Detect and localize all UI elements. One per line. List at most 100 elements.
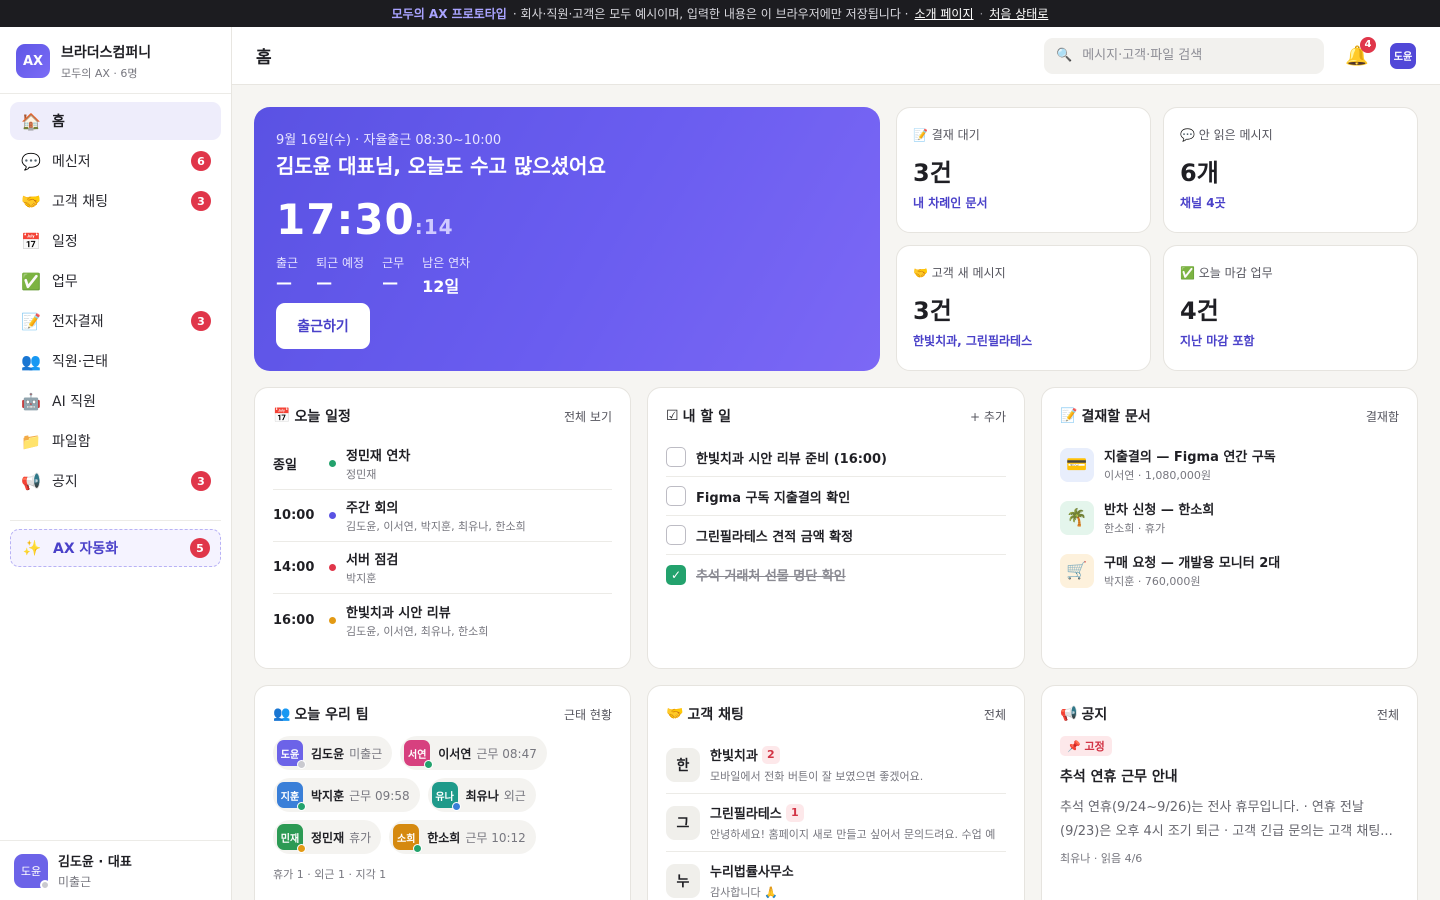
- chat-item[interactable]: 누 누리법률사무소 감사합니다 🙏: [666, 852, 1006, 900]
- reset-state-link[interactable]: 처음 상태로: [989, 5, 1048, 22]
- schedule-time: 14:00: [273, 560, 315, 575]
- sidebar-item-label: AX 자동화: [53, 541, 119, 557]
- sidebar-item-tasks[interactable]: ✅ 업무: [10, 262, 221, 300]
- approval-item[interactable]: 💳 지출결의 — Figma 연간 구독 이서연 · 1,080,000원: [1060, 438, 1399, 491]
- shopping-cart-icon: 🛒: [1060, 553, 1094, 588]
- stat-card-pending-approvals[interactable]: 📝 결재 대기 3건 내 차례인 문서: [896, 107, 1151, 233]
- approval-text: 반차 신청 — 한소희 한소희 · 휴가: [1104, 499, 1214, 536]
- workspace-logo: AX: [16, 44, 50, 78]
- schedule-row[interactable]: 16:00 한빛치과 시안 리뷰 김도윤, 이서연, 최유나, 한소희: [273, 594, 612, 646]
- pinned-badge: 📌 고정: [1060, 736, 1112, 756]
- sidebar-item-label: AI 직원: [52, 394, 96, 410]
- schedule-row[interactable]: 14:00 서버 점검 박지훈: [273, 542, 612, 594]
- stat-card-customer-messages[interactable]: 🤝 고객 새 메시지 3건 한빛치과, 그린필라테스: [896, 245, 1151, 371]
- todo-checkbox[interactable]: ✓: [666, 564, 686, 585]
- chat-text: 누리법률사무소 감사합니다 🙏: [710, 861, 1010, 900]
- add-todo-button[interactable]: + 추가: [970, 408, 1006, 425]
- schedule-row[interactable]: 10:00 주간 회의 김도윤, 이서연, 박지훈, 최유나, 한소희: [273, 490, 612, 542]
- handshake-icon: 🤝: [666, 706, 684, 722]
- todo-text: Figma 구독 지출결의 확인: [696, 490, 851, 506]
- sidebar-item-schedule[interactable]: 📅 일정: [10, 222, 221, 260]
- notifications-button[interactable]: 🔔 4: [1344, 36, 1376, 69]
- profile-avatar-button[interactable]: 도윤: [1390, 42, 1416, 69]
- approval-inbox-link[interactable]: 결재함: [1366, 408, 1399, 425]
- team-member-chip[interactable]: 서연 이서연 근무 08:47: [400, 736, 547, 770]
- member-name: 정민재: [311, 830, 345, 845]
- notice-headline[interactable]: 추석 연휴 근무 안내: [1060, 766, 1399, 786]
- attendance-status-link[interactable]: 근태 현황: [564, 706, 612, 723]
- workspace-header[interactable]: AX 브라더스컴퍼니 모두의 AX · 6명: [0, 27, 231, 94]
- stat-card-due-tasks[interactable]: ✅ 오늘 마감 업무 4건 지난 마감 포함: [1163, 245, 1418, 371]
- sidebar-item-customer-chat[interactable]: 🤝 고객 채팅 3: [10, 182, 221, 220]
- chat-item[interactable]: 한 한빛치과 2 모바일에서 전화 버튼이 잘 보였으면 좋겠어요.: [666, 736, 1006, 794]
- handshake-icon: 🤝: [21, 191, 41, 211]
- chat-header: 한빛치과 2: [710, 745, 1010, 764]
- sidebar-nav: 🏠 홈 💬 메신저 6 🤝 고객 채팅 3 📅 일정 ✅ 업무 📝 전자결재 3 👥 직원·근태 🤖 AI 직원 📁 파…: [0, 94, 231, 510]
- avatar: 지훈: [277, 782, 306, 811]
- todo-checkbox[interactable]: [666, 525, 686, 545]
- schedule-time: 10:00: [273, 508, 315, 523]
- search-box[interactable]: 🔍: [1044, 37, 1324, 74]
- avatar-initials: 유나: [435, 791, 454, 803]
- todo-item[interactable]: 그린필라테스 견적 금액 확정: [666, 516, 1006, 555]
- todo-item[interactable]: Figma 구독 지출결의 확인: [666, 477, 1006, 516]
- sidebar-item-label: 전자결재: [52, 314, 104, 330]
- todo-item[interactable]: ✓ 추석 거래처 선물 명단 확인: [666, 555, 1006, 594]
- search-icon: 🔍: [1056, 48, 1073, 63]
- current-user[interactable]: 도윤 김도윤 · 대표 미출근: [0, 840, 231, 900]
- sidebar-item-notices[interactable]: 📢 공지 3: [10, 462, 221, 500]
- last-message: 감사합니다 🙏: [710, 886, 778, 899]
- robot-icon: 🤖: [21, 391, 41, 411]
- approval-list: 💳 지출결의 — Figma 연간 구독 이서연 · 1,080,000원 🌴 반차 신…: [1060, 438, 1399, 597]
- todo-checkbox[interactable]: [666, 447, 686, 467]
- attendance-stat: 남은 연차 12일: [422, 254, 470, 297]
- check-in-button[interactable]: 출근하기: [276, 303, 370, 349]
- folder-icon: 📁: [21, 431, 41, 451]
- view-all-notices-link[interactable]: 전체: [1377, 706, 1399, 723]
- member-status: 미출근: [349, 746, 383, 761]
- unread-count-badge: 2: [761, 745, 780, 764]
- customer-avatar: 한: [666, 747, 700, 782]
- chat-item[interactable]: 그 그린필라테스 1 안녕하세요! 홈페이지 새로 만들고 싶어서 문의드려요. 수업…: [666, 794, 1006, 852]
- stat-card-title: 📝 결재 대기: [913, 128, 980, 142]
- search-input[interactable]: [1082, 48, 1303, 63]
- intro-page-link[interactable]: 소개 페이지: [915, 5, 974, 22]
- unread-count-badge: 1: [785, 803, 804, 822]
- stat-card-value: 3건: [913, 159, 952, 187]
- team-member-chip[interactable]: 유나 최유나 외근: [427, 778, 536, 812]
- avatar: 도윤: [14, 853, 50, 890]
- stat-card-unread-messages[interactable]: 💬 안 읽은 메시지 6개 채널 4곳: [1163, 107, 1418, 233]
- schedule-attendees: 김도윤, 이서연, 최유나, 한소희: [346, 624, 489, 638]
- sidebar-item-files[interactable]: 📁 파일함: [10, 422, 221, 460]
- chat-list: 한 한빛치과 2 모바일에서 전화 버튼이 잘 보였으면 좋겠어요. 그 그린필라테스 1 안…: [666, 736, 1006, 900]
- sidebar-item-label: 고객 채팅: [52, 194, 108, 210]
- calendar-icon: 📅: [21, 231, 41, 251]
- calendar-icon: 📅: [273, 408, 291, 424]
- sidebar-item-e-approval[interactable]: 📝 전자결재 3: [10, 302, 221, 340]
- home-icon: 🏠: [21, 111, 41, 131]
- team-member-chip[interactable]: 도윤 김도윤 미출근: [273, 736, 393, 770]
- todo-checkbox[interactable]: [666, 486, 686, 506]
- view-all-chats-link[interactable]: 전체: [984, 706, 1006, 723]
- stat-label: 출근: [276, 256, 299, 270]
- avatar: 민재: [277, 824, 306, 853]
- stat-card-value: 4건: [1180, 297, 1219, 325]
- workspace-name: 브라더스컴퍼니: [61, 44, 152, 61]
- sidebar-item-messenger[interactable]: 💬 메신저 6: [10, 142, 221, 180]
- team-member-chip[interactable]: 소희 한소희 근무 10:12: [389, 820, 536, 854]
- megaphone-icon: 📢: [21, 471, 41, 491]
- approval-title: 반차 신청 — 한소희: [1104, 503, 1215, 518]
- sidebar-item-home[interactable]: 🏠 홈: [10, 102, 221, 140]
- schedule-row[interactable]: 종일 정민재 연차 정민재: [273, 438, 612, 490]
- memo-icon: 📝: [1060, 408, 1078, 424]
- team-member-chip[interactable]: 지훈 박지훈 근무 09:58: [273, 778, 420, 812]
- schedule-text: 주간 회의 김도윤, 이서연, 박지훈, 최유나, 한소희: [346, 497, 526, 534]
- team-member-chip[interactable]: 민재 정민재 휴가: [273, 820, 382, 854]
- approval-item[interactable]: 🌴 반차 신청 — 한소희 한소희 · 휴가: [1060, 491, 1399, 544]
- sidebar-item-staff-attendance[interactable]: 👥 직원·근태: [10, 342, 221, 380]
- approval-item[interactable]: 🛒 구매 요청 — 개발용 모니터 2대 박지훈 · 760,000원: [1060, 544, 1399, 597]
- sidebar-item-ai-staff[interactable]: 🤖 AI 직원: [10, 382, 221, 420]
- sidebar-item-ax-automation[interactable]: ✨ AX 자동화 5: [10, 529, 221, 567]
- view-all-schedule-link[interactable]: 전체 보기: [564, 408, 612, 425]
- todo-item[interactable]: 한빛치과 시안 리뷰 준비 (16:00): [666, 438, 1006, 477]
